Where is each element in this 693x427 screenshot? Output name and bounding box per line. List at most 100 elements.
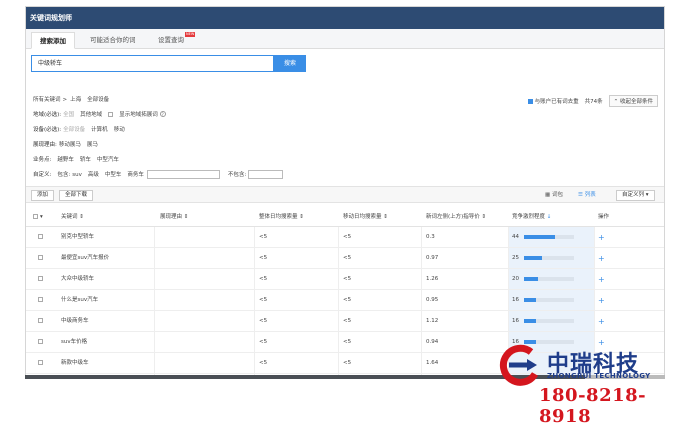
reason-label: 展现理由:: [33, 142, 57, 148]
competition-cell: 16: [512, 311, 592, 332]
sort-icon: ⇕: [77, 214, 84, 220]
custom-columns-dropdown[interactable]: 自定义列 ▾: [616, 190, 655, 201]
keyword-cell[interactable]: 大众中级轿车: [61, 269, 94, 290]
table-row: 大众中级轿车 <5 <5 1.26 20 +: [26, 269, 664, 290]
checkbox[interactable]: [38, 255, 43, 260]
select-all-checkbox[interactable]: [33, 214, 38, 219]
row-checkbox[interactable]: [38, 353, 45, 374]
competition-bar-fill: [524, 256, 542, 260]
row-checkbox[interactable]: [38, 227, 45, 248]
include-option-midsize[interactable]: 中型车: [105, 172, 122, 178]
header-label: 新词左侧(上方)指导价: [426, 214, 480, 220]
row-checkbox[interactable]: [38, 332, 45, 353]
mobile-search-cell: <5: [343, 255, 352, 261]
dedupe-checkbox[interactable]: [527, 99, 533, 104]
help-icon[interactable]: ?: [159, 111, 166, 117]
add-keyword-plus-icon[interactable]: +: [598, 248, 605, 269]
include-option-premium[interactable]: 高级: [88, 172, 99, 178]
collapse-label: 收起全部条件: [619, 99, 653, 105]
add-button[interactable]: 添加: [31, 190, 55, 201]
checkbox[interactable]: [38, 234, 43, 239]
tab-label: 设置查询: [158, 36, 184, 44]
select-all-dropdown[interactable]: ▾: [33, 207, 43, 227]
checkbox[interactable]: [38, 360, 43, 365]
total-search-cell: <5: [259, 339, 268, 345]
exclude-input[interactable]: [248, 170, 284, 179]
sort-icon: ⇕: [381, 214, 388, 220]
search-button[interactable]: 搜索: [274, 55, 306, 72]
keyword-cell[interactable]: suv车价格: [61, 332, 87, 353]
checkbox[interactable]: [38, 318, 43, 323]
breadcrumb-root[interactable]: 所有关键词: [33, 97, 61, 103]
keyword-cell[interactable]: 新款中级车: [61, 353, 89, 374]
search-input[interactable]: 中级轿车: [31, 55, 274, 72]
view-word-pack[interactable]: ▦ 词包: [545, 190, 563, 201]
breadcrumb-device[interactable]: 全部设备: [87, 97, 109, 103]
filter-business: 业务点: 越野车 轿车 中型汽车: [33, 155, 125, 163]
collapse-conditions-button[interactable]: ⌃ 收起全部条件: [608, 95, 658, 107]
guide-price-cell: 0.97: [426, 255, 439, 261]
add-keyword-plus-icon[interactable]: +: [598, 290, 605, 311]
competition-bar: [524, 277, 574, 281]
competition-cell: 20: [512, 269, 592, 290]
checkbox[interactable]: [38, 297, 43, 302]
mobile-search-cell: <5: [343, 234, 352, 240]
row-checkbox[interactable]: [38, 311, 45, 332]
region-expand-checkbox[interactable]: [108, 112, 114, 117]
add-keyword-plus-icon[interactable]: +: [598, 227, 605, 248]
competition-value: 16: [512, 297, 519, 303]
table-row: 别克中型轿车 <5 <5 0.3 44 +: [26, 227, 664, 248]
chevron-down-icon: ▾: [644, 192, 649, 198]
keyword-cell[interactable]: 中级商务车: [61, 311, 89, 332]
header-label: 关键词: [61, 214, 78, 220]
reason-option-show[interactable]: 展马: [87, 142, 98, 148]
region-option-other[interactable]: 其他地域: [80, 112, 102, 118]
header-guide-price[interactable]: 新词左侧(上方)指导价 ⇕: [426, 207, 486, 227]
chevron-down-icon: ▾: [40, 214, 43, 220]
device-option-mobile[interactable]: 移动: [114, 127, 125, 133]
include-option-business[interactable]: 商务车: [127, 172, 144, 178]
header-total-search[interactable]: 整体日均搜索量 ⇕: [259, 207, 304, 227]
business-option-sedan[interactable]: 轿车: [80, 157, 91, 163]
device-option-all[interactable]: 全部设备: [63, 127, 85, 133]
download-all-button[interactable]: 全部下载: [59, 190, 94, 201]
device-option-computer[interactable]: 计算机: [91, 127, 108, 133]
tab-settings-query[interactable]: 设置查询NEW: [150, 32, 203, 49]
header-keyword[interactable]: 关键词 ⇕: [61, 207, 84, 227]
checkbox[interactable]: [38, 276, 43, 281]
add-keyword-plus-icon[interactable]: +: [598, 269, 605, 290]
guide-price-cell: 0.3: [426, 234, 435, 240]
logo-phone: 180-8218-8918: [539, 385, 647, 427]
competition-cell: 44: [512, 227, 592, 248]
total-search-cell: <5: [259, 297, 268, 303]
add-keyword-plus-icon[interactable]: +: [598, 311, 605, 332]
header-mobile-search[interactable]: 移动日均搜索量 ⇕: [343, 207, 388, 227]
view-list[interactable]: ☰ 列表: [578, 190, 596, 201]
keyword-cell[interactable]: 什么是suv汽车: [61, 290, 98, 311]
view-list-label: 列表: [584, 192, 596, 198]
tab-suggested-words[interactable]: 可能适合你的词: [82, 32, 144, 49]
row-checkbox[interactable]: [38, 269, 45, 290]
table-toolbar: 添加 全部下载 ▦ 词包 ☰ 列表 自定义列 ▾: [26, 186, 664, 203]
mobile-search-cell: <5: [343, 360, 352, 366]
header-reason[interactable]: 展现理由 ⇕: [160, 207, 188, 227]
keyword-cell[interactable]: 最便宜suv汽车报价: [61, 248, 109, 269]
reason-option-mobile[interactable]: 移动展马: [59, 142, 81, 148]
keyword-cell[interactable]: 别克中型轿车: [61, 227, 94, 248]
row-checkbox[interactable]: [38, 290, 45, 311]
tab-search-add[interactable]: 搜索添加: [31, 32, 75, 49]
result-count: 共74条: [584, 99, 603, 105]
mobile-search-cell: <5: [343, 297, 352, 303]
include-input[interactable]: [146, 170, 220, 179]
business-option-midsize[interactable]: 中型汽车: [97, 157, 119, 163]
checkbox[interactable]: [38, 339, 43, 344]
zhongrui-logo: 中瑞科技 ZHONGRUI TECHNOLOGY 180-8218-8918: [497, 342, 687, 427]
business-option-suv[interactable]: 越野车: [57, 157, 74, 163]
header-competition[interactable]: 竞争激烈程度 ↓: [512, 207, 551, 227]
region-option-national[interactable]: 全国: [63, 112, 74, 118]
breadcrumb-region[interactable]: 上海: [70, 97, 81, 103]
header-label: 整体日均搜索量: [259, 214, 298, 220]
competition-value: 44: [512, 234, 519, 240]
row-checkbox[interactable]: [38, 248, 45, 269]
include-option-suv[interactable]: suv: [72, 172, 82, 178]
